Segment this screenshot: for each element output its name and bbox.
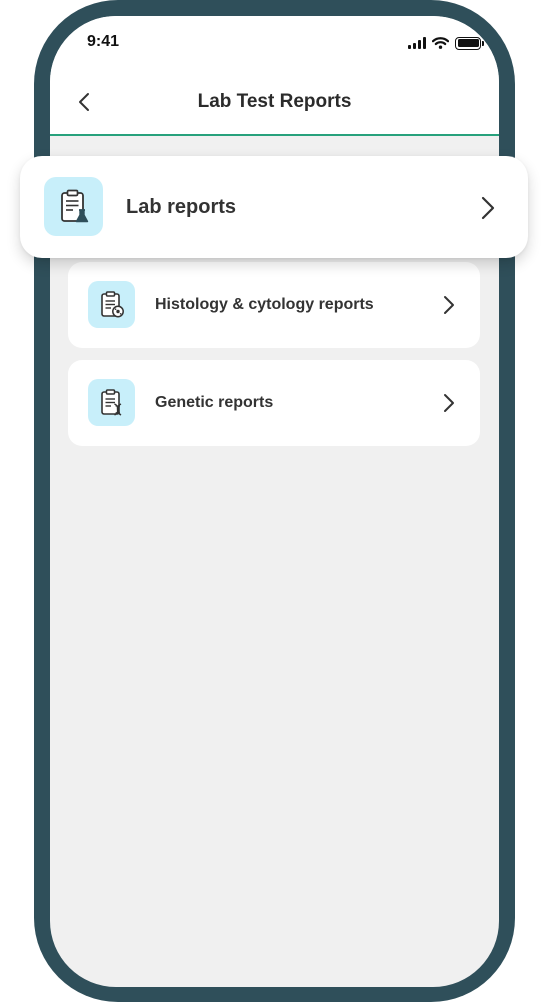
clipboard-dna-icon: [100, 388, 121, 416]
signal-icon: [408, 37, 426, 49]
genetic-reports-item[interactable]: Genetic reports: [68, 360, 480, 446]
histology-cytology-reports-item[interactable]: Histology & cytology reports: [68, 262, 480, 348]
chevron-right-icon: [444, 394, 454, 412]
lab-reports-item[interactable]: Lab reports: [20, 156, 528, 258]
status-icons: [408, 36, 484, 50]
chevron-right-icon: [444, 296, 454, 314]
app-header: 9:41 Lab Test Reports: [50, 16, 499, 136]
page-title: Lab Test Reports: [197, 91, 352, 112]
clipboard-cell-icon: [100, 290, 124, 317]
status-time: 9:41: [87, 33, 120, 50]
icon-tile: [88, 379, 135, 426]
battery-icon: [455, 36, 484, 50]
item-label: Histology & cytology reports: [155, 296, 374, 313]
battery-fill: [457, 39, 479, 47]
item-label: Lab reports: [126, 195, 237, 218]
stage: 9:41 Lab Test Reports Histology & cytolo…: [0, 0, 548, 1002]
icon-tile: [88, 281, 135, 328]
item-label: Genetic reports: [155, 394, 274, 411]
wifi-icon: [432, 37, 449, 49]
icon-tile: [44, 177, 103, 236]
chevron-right-icon: [481, 196, 495, 220]
clipboard-flask-icon: [60, 189, 88, 222]
